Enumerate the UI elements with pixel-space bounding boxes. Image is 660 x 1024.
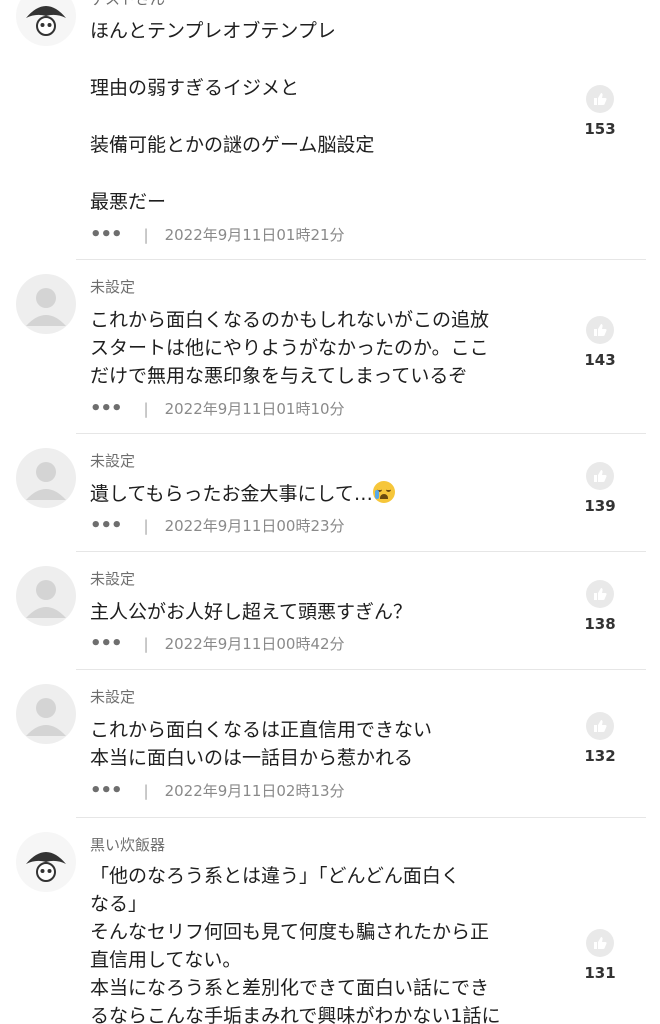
like-button[interactable]: [586, 85, 614, 113]
comment-line: 「他のなろう系とは違う」「どんどん面白く: [90, 865, 460, 887]
comment-line: 本当になろう系と差別化できて面白い話にでき: [90, 977, 490, 999]
comment-line: るならこんな手垢まみれで興味がわかない1話に: [90, 1005, 501, 1024]
comment-author[interactable]: 未設定: [90, 568, 135, 589]
thumbs-up-icon: [594, 720, 607, 732]
avatar[interactable]: [16, 832, 76, 892]
user-silhouette-icon: [26, 288, 66, 326]
like-button[interactable]: [586, 580, 614, 608]
like-count: 139: [584, 497, 616, 515]
comment-line: ほんとテンプレオブテンプレ: [90, 20, 336, 42]
like-button[interactable]: [586, 712, 614, 740]
comment-item: ゲストさん ほんとテンプレオブテンプレ 理由の弱すぎるイジメと 装備可能とかの謎…: [0, 0, 660, 260]
comment-date: 2022年9月11日00時42分: [164, 635, 345, 653]
more-options-icon[interactable]: •••: [90, 633, 123, 654]
more-options-icon[interactable]: •••: [90, 515, 123, 536]
comment-line: 理由の弱すぎるイジメと: [90, 77, 300, 99]
pirate-skull-icon: [26, 852, 66, 882]
separator: |: [143, 516, 149, 535]
comment-item: 未設定 主人公がお人好し超えて頭悪すぎん？ ••• | 2022年9月11日00…: [0, 552, 660, 670]
thumbs-up-icon: [594, 588, 607, 600]
avatar[interactable]: [16, 448, 76, 508]
comment-date: 2022年9月11日02時13分: [164, 782, 345, 800]
comment-date: 2022年9月11日01時10分: [164, 400, 345, 418]
user-silhouette-icon: [26, 462, 66, 500]
comment-body: これから面白くなるのかもしれないがこの追放 スタートは他にやりようがなかったのか…: [90, 306, 540, 390]
comment-date: 2022年9月11日01時21分: [164, 226, 345, 244]
like-count: 132: [584, 747, 616, 765]
like-button[interactable]: [586, 929, 614, 957]
more-options-icon[interactable]: •••: [90, 780, 123, 801]
comment-line: これから面白くなるのかもしれないがこの追放: [90, 309, 490, 331]
comment-item: 未設定 遺してもらったお金大事にして… ••• | 2022年9月11日00時2…: [0, 434, 660, 552]
thumbs-up-icon: [594, 937, 607, 949]
comment-line: 直信用してない。: [90, 949, 242, 971]
comment-meta: ••• | 2022年9月11日01時21分: [90, 224, 345, 245]
comment-line: だけで無用な悪印象を与えてしまっているぞ: [90, 365, 468, 387]
more-options-icon[interactable]: •••: [90, 398, 123, 419]
like-count: 143: [584, 351, 616, 369]
thumbs-up-icon: [594, 324, 607, 336]
comment-body: 主人公がお人好し超えて頭悪すぎん？: [90, 598, 540, 626]
comment-line: 本当に面白いのは一話目から惹かれる: [90, 747, 414, 769]
thumbs-up-icon: [594, 93, 607, 105]
comment-date: 2022年9月11日00時23分: [164, 517, 345, 535]
comment-author[interactable]: 未設定: [90, 276, 135, 297]
comment-item: 未設定 これから面白くなるのかもしれないがこの追放 スタートは他にやりようがなか…: [0, 260, 660, 434]
comment-line: 最悪だー: [90, 191, 167, 213]
user-silhouette-icon: [26, 580, 66, 618]
comment-body: ほんとテンプレオブテンプレ 理由の弱すぎるイジメと 装備可能とかの謎のゲーム脳設…: [90, 17, 540, 216]
comment-item: 未設定 これから面白くなるは正直信用できない 本当に面白いのは一話目から惹かれる…: [0, 670, 660, 818]
pirate-skull-icon: [26, 6, 66, 36]
comment-item: 黒い炊飯器 「他のなろう系とは違う」「どんどん面白く なる」 そんなセリフ何回も…: [0, 818, 660, 1024]
avatar[interactable]: [16, 566, 76, 626]
comment-body: 「他のなろう系とは違う」「どんどん面白く なる」 そんなセリフ何回も見て何度も騙…: [90, 862, 540, 1024]
comment-author[interactable]: 未設定: [90, 686, 135, 707]
comment-meta: ••• | 2022年9月11日02時13分: [90, 780, 345, 801]
more-options-icon[interactable]: •••: [90, 224, 123, 245]
comment-line: 遺してもらったお金大事にして…: [90, 483, 373, 505]
comment-meta: ••• | 2022年9月11日00時23分: [90, 515, 345, 536]
comment-line: これから面白くなるは正直信用できない: [90, 719, 433, 741]
user-silhouette-icon: [26, 698, 66, 736]
comment-line: 装備可能とかの謎のゲーム脳設定: [90, 134, 375, 156]
comment-line: なる」: [90, 893, 148, 915]
comment-author[interactable]: 黒い炊飯器: [90, 834, 165, 855]
comment-body: 遺してもらったお金大事にして…: [90, 480, 540, 508]
separator: |: [143, 781, 149, 800]
crying-face-emoji: [372, 481, 395, 503]
avatar[interactable]: [16, 274, 76, 334]
thumbs-up-icon: [594, 470, 607, 482]
comment-body: これから面白くなるは正直信用できない 本当に面白いのは一話目から惹かれる: [90, 716, 540, 772]
like-count: 153: [584, 120, 616, 138]
separator: |: [143, 225, 149, 244]
avatar[interactable]: [16, 0, 76, 46]
comment-author[interactable]: ゲストさん: [90, 0, 165, 9]
comment-author[interactable]: 未設定: [90, 450, 135, 471]
like-count: 138: [584, 615, 616, 633]
avatar[interactable]: [16, 684, 76, 744]
comment-line: そんなセリフ何回も見て何度も騙されたから正: [90, 921, 490, 943]
separator: |: [143, 634, 149, 653]
comment-meta: ••• | 2022年9月11日00時42分: [90, 633, 345, 654]
like-button[interactable]: [586, 316, 614, 344]
comment-line: 主人公がお人好し超えて頭悪すぎん？: [90, 601, 413, 623]
comment-meta: ••• | 2022年9月11日01時10分: [90, 398, 345, 419]
like-button[interactable]: [586, 462, 614, 490]
like-count: 131: [584, 964, 616, 982]
separator: |: [143, 399, 149, 418]
comment-line: スタートは他にやりようがなかったのか。ここ: [90, 337, 489, 359]
